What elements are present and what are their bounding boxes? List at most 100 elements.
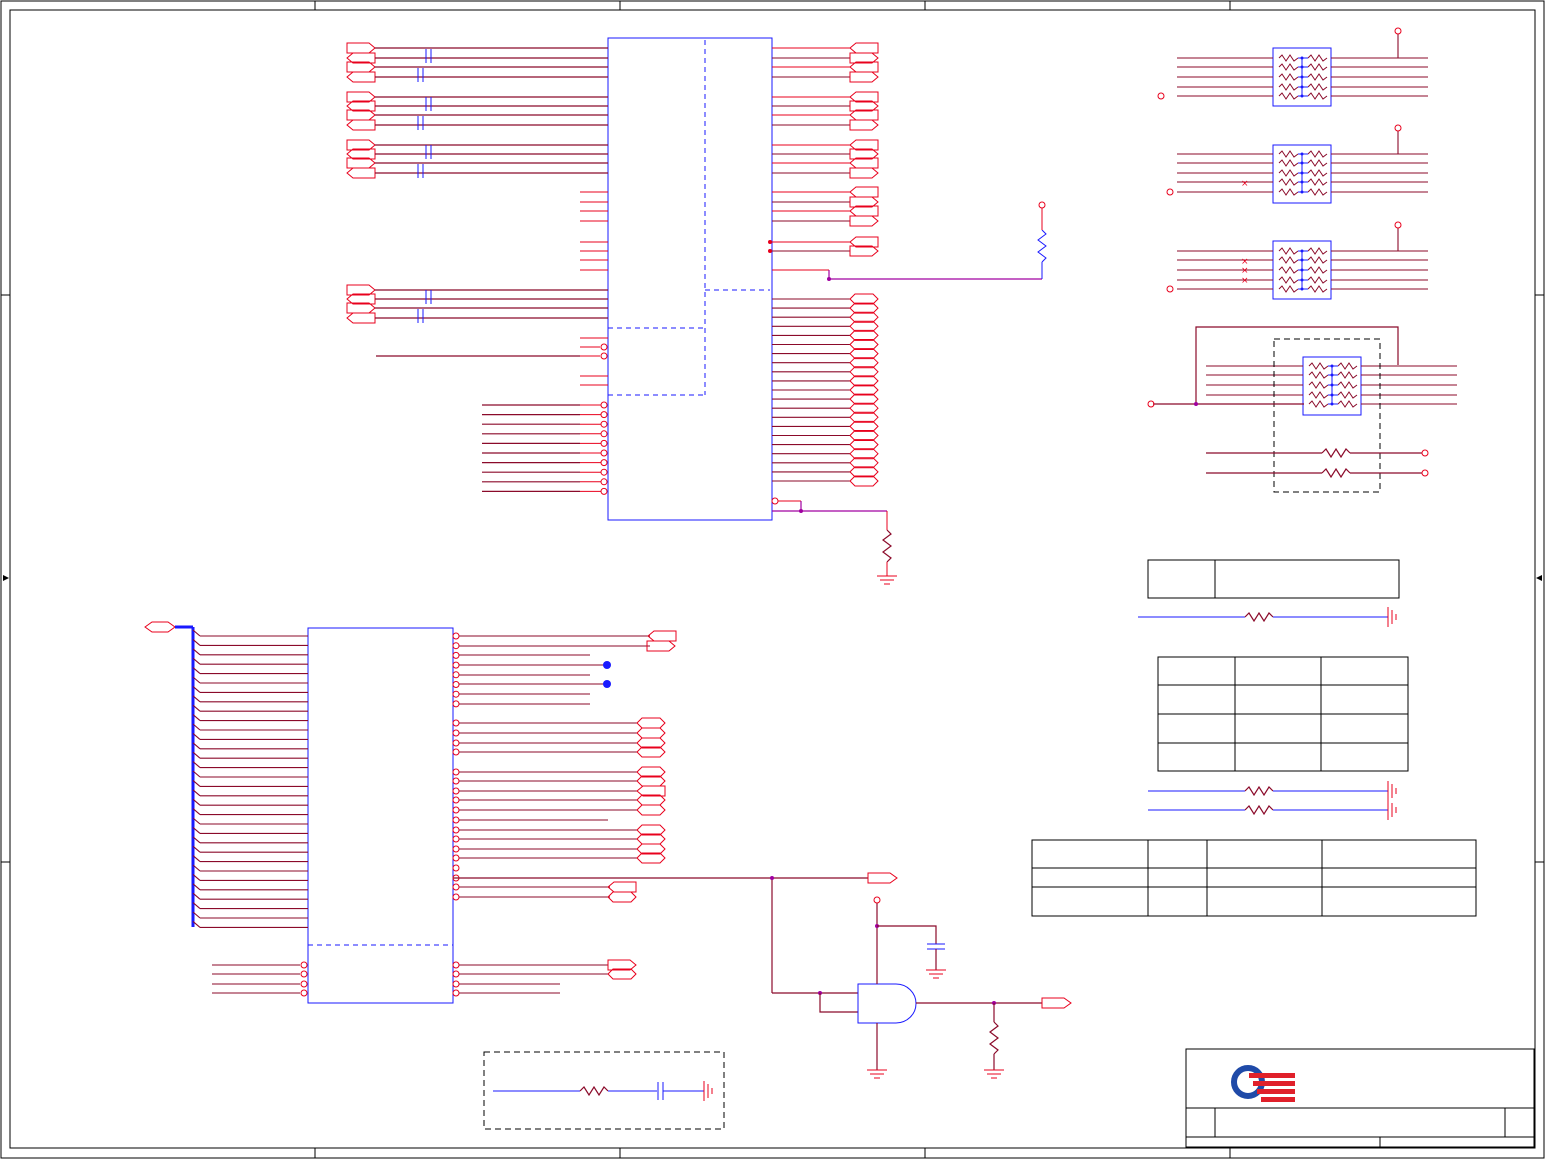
resistor-pack	[1177, 47, 1428, 107]
resistor	[1278, 276, 1299, 284]
port-bidir	[849, 411, 879, 423]
no-connect-mark: ×	[1241, 276, 1249, 286]
ic-u1-body	[607, 37, 773, 521]
connector-pin	[1157, 92, 1165, 100]
and-gate-circuit	[453, 872, 1072, 1079]
port-input	[607, 881, 637, 893]
pin-bubble	[452, 796, 460, 804]
port-bidir	[849, 466, 879, 478]
option-resistor	[1321, 467, 1351, 479]
port-bidir	[849, 430, 879, 441]
connector-pin	[1421, 469, 1429, 477]
schematic-sheet: × × × ×	[0, 0, 1545, 1159]
resistor	[1337, 400, 1358, 408]
ground-icon	[926, 969, 946, 979]
resistor	[1307, 188, 1328, 196]
diff-pair-group	[346, 91, 608, 131]
resistor	[1308, 362, 1329, 370]
resistor	[1307, 83, 1328, 91]
diff-pair-group	[346, 139, 608, 179]
ground-icon	[703, 1081, 713, 1101]
resistor	[1307, 285, 1328, 293]
resistor	[1307, 178, 1328, 186]
ic-u2-body	[307, 627, 454, 1004]
port-bidir	[849, 402, 879, 414]
port-input	[346, 312, 376, 324]
diff-pair-group	[346, 42, 608, 83]
resistor	[1278, 150, 1299, 158]
strap-resistor	[1244, 611, 1274, 623]
pin-bubble	[452, 989, 460, 997]
resistor-pack	[1177, 240, 1428, 300]
port-bidir	[849, 393, 879, 405]
connector-pin	[1421, 449, 1429, 457]
u1-pulldown-net	[771, 497, 897, 585]
junction-dot	[1330, 364, 1334, 368]
snubber-capacitor	[657, 1082, 664, 1100]
pin-bubble	[452, 970, 460, 978]
power-rail-symbol	[1394, 124, 1402, 132]
resistor	[1307, 63, 1328, 71]
resistor	[1307, 266, 1328, 274]
u1-left-diff-pairs	[346, 42, 608, 324]
port-input	[346, 167, 376, 179]
port-bidir	[636, 804, 666, 816]
pin-bubble	[452, 700, 460, 708]
port-bidir	[636, 717, 666, 729]
pin-bubble	[600, 439, 608, 447]
resistor	[1308, 391, 1329, 399]
junction-dot	[1330, 393, 1334, 397]
schematic-canvas: ××××	[0, 0, 1545, 1159]
resistor	[1308, 400, 1329, 408]
pin-bubble	[452, 787, 460, 795]
pin-bubble	[452, 854, 460, 862]
pin-bubble	[452, 864, 460, 872]
pin-bubble	[300, 989, 308, 997]
junction-dot	[1330, 383, 1334, 387]
power-rail-symbol	[873, 896, 881, 904]
resistor	[1278, 247, 1299, 255]
pin-bubble	[452, 719, 460, 727]
resistor-pack	[1206, 356, 1457, 416]
junction-dot	[1300, 278, 1304, 282]
junction-dot	[1300, 94, 1304, 98]
pin-bubble	[452, 690, 460, 698]
resistor	[1307, 159, 1328, 167]
port-bidir	[849, 384, 879, 396]
port-output	[849, 167, 879, 179]
output-port	[1041, 997, 1072, 1009]
bus-port	[144, 621, 176, 633]
resistor	[1307, 169, 1328, 177]
port-bidir	[849, 439, 879, 451]
u2-right-pins	[452, 630, 677, 997]
u1-left-bubbles	[600, 343, 608, 360]
pin-bubble	[452, 806, 460, 814]
connector-pin	[1166, 188, 1174, 196]
port-output	[646, 640, 676, 652]
wire	[1331, 228, 1399, 252]
wire	[1331, 34, 1399, 59]
resistor	[1337, 362, 1358, 370]
port-input	[849, 42, 879, 54]
port-bidir	[849, 420, 879, 432]
junction-dot	[1330, 373, 1334, 377]
resistor	[1337, 371, 1358, 379]
port-output	[849, 215, 879, 227]
ground-icon	[867, 1069, 887, 1079]
pin-bubble	[452, 980, 460, 988]
port-bidir	[849, 329, 879, 341]
junction-dot	[1300, 190, 1304, 194]
pin-bubble	[452, 729, 460, 737]
ic-u2	[307, 627, 454, 1004]
port-bidir	[849, 320, 879, 332]
port-input	[346, 119, 376, 131]
junction-dot	[1300, 268, 1304, 272]
junction-dot	[1300, 249, 1304, 253]
no-connect-mark: ×	[1241, 179, 1249, 189]
pin-bubble	[452, 845, 460, 853]
resistor	[1308, 371, 1329, 379]
power-rail-symbol	[1394, 27, 1402, 35]
pullup-resistor	[1037, 229, 1047, 263]
resistor	[1308, 381, 1329, 389]
resistor	[1278, 159, 1299, 167]
